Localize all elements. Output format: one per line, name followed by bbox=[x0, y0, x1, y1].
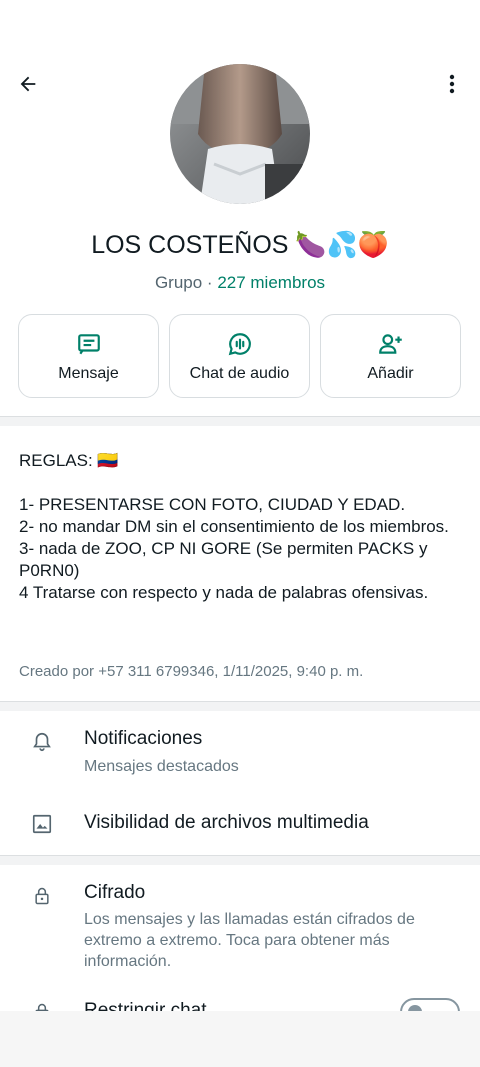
image-icon bbox=[32, 814, 52, 834]
section-divider bbox=[0, 701, 480, 711]
more-vert-icon bbox=[449, 74, 455, 94]
action-buttons: Mensaje Chat de audio Añadir bbox=[18, 314, 462, 398]
add-button-label: Añadir bbox=[367, 365, 414, 382]
lock-icon bbox=[35, 887, 49, 905]
audio-chat-button[interactable]: Chat de audio bbox=[169, 314, 310, 398]
more-options-button[interactable] bbox=[436, 68, 468, 100]
created-by-text: Creado por +57 311 6799346, 1/11/2025, 9… bbox=[19, 663, 364, 680]
encryption-title: Cifrado bbox=[84, 882, 146, 903]
add-person-icon bbox=[378, 334, 402, 354]
meta-separator: · bbox=[202, 273, 218, 292]
group-description[interactable]: REGLAS: 🇨🇴 1- PRESENTARSE CON FOTO, CIUD… bbox=[19, 450, 459, 604]
group-meta: Grupo · 227 miembros bbox=[0, 273, 480, 293]
notifications-subtitle: Mensajes destacados bbox=[84, 758, 239, 775]
bottom-nav-area bbox=[0, 1011, 480, 1067]
group-avatar[interactable] bbox=[170, 64, 310, 204]
encryption-row[interactable]: Cifrado Los mensajes y las llamadas está… bbox=[0, 870, 480, 980]
add-button[interactable]: Añadir bbox=[320, 314, 461, 398]
media-visibility-row[interactable]: Visibilidad de archivos multimedia bbox=[0, 800, 480, 848]
notifications-title: Notificaciones bbox=[84, 728, 203, 749]
notifications-row[interactable]: Notificaciones Mensajes destacados bbox=[0, 716, 480, 786]
bell-icon bbox=[33, 732, 51, 752]
message-button-label: Mensaje bbox=[58, 365, 119, 382]
group-name: LOS COSTEÑOS 🍆💦🍑 bbox=[91, 231, 389, 259]
section-divider bbox=[0, 855, 480, 865]
audio-chat-icon bbox=[228, 333, 251, 356]
back-button[interactable] bbox=[12, 68, 44, 100]
media-visibility-title: Visibilidad de archivos multimedia bbox=[84, 812, 369, 833]
section-divider bbox=[0, 416, 480, 426]
group-type-label: Grupo bbox=[154, 273, 203, 292]
arrow-left-icon bbox=[20, 76, 36, 92]
message-button[interactable]: Mensaje bbox=[18, 314, 159, 398]
encryption-subtitle: Los mensajes y las llamadas están cifrad… bbox=[84, 911, 415, 970]
members-count-link[interactable]: 227 miembros bbox=[217, 273, 325, 292]
message-icon bbox=[77, 334, 100, 355]
audio-chat-button-label: Chat de audio bbox=[189, 365, 290, 382]
